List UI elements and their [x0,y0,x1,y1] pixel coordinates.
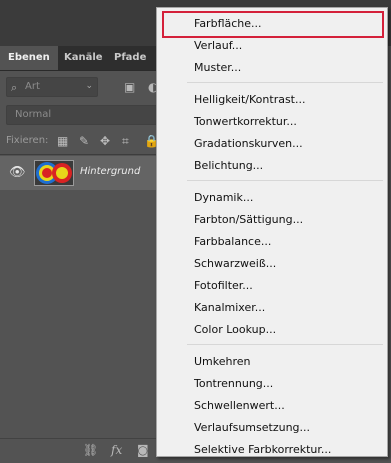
lock-image-pixels-icon[interactable]: ✎ [79,134,89,148]
menu-item-schwarzweiß[interactable]: Schwarzweiß... [157,253,387,275]
menu-item-selektive-farbkorrektur[interactable]: Selektive Farbkorrektur... [157,439,387,461]
menu-item-fotofilter[interactable]: Fotofilter... [157,275,387,297]
lock-transparent-pixels-icon[interactable]: ▦ [57,134,68,148]
menu-item-gradationskurven[interactable]: Gradationskurven... [157,133,387,155]
lock-row: Fixieren: ▦ ✎ ✥ ⌗ 🔒 [0,132,170,152]
add-mask-icon[interactable]: ◙ [137,443,149,457]
link-layers-icon[interactable]: ⛓ [83,443,98,457]
blend-mode-select[interactable]: Normal [6,105,158,125]
panel-separator [0,154,170,155]
menu-item-color-lookup[interactable]: Color Lookup... [157,319,387,341]
search-icon: ⌕ [11,81,18,94]
chevron-down-icon: ⌄ [85,81,93,91]
adjustment-layer-menu: Farbfläche... Verlauf... Muster... Helligke… [156,7,388,457]
image-filter-icon[interactable]: ▣ [124,80,135,94]
visibility-eye-icon[interactable]: 👁 [9,165,26,180]
menu-divider [187,82,383,83]
menu-item-kanalmixer[interactable]: Kanalmixer... [157,297,387,319]
blend-mode-row: Normal [0,105,170,127]
layer-row-hintergrund[interactable]: 👁 Hintergrund [0,156,170,190]
lock-label: Fixieren: [6,135,49,146]
menu-item-farbton-sättigung[interactable]: Farbton/Sättigung... [157,209,387,231]
menu-item-tontrennung[interactable]: Tontrennung... [157,373,387,395]
target-thumbnail-icon [35,161,73,185]
artboard-lock-icon[interactable]: ⌗ [122,134,129,149]
layer-filter-select[interactable]: ⌕ Art ⌄ [6,77,98,97]
lock-position-icon[interactable]: ✥ [100,134,110,148]
layer-filter-label: Art [25,81,40,92]
menu-item-dynamik[interactable]: Dynamik... [157,187,387,209]
menu-item-tonwertkorrektur[interactable]: Tonwertkorrektur... [157,111,387,133]
layer-filter-row: ⌕ Art ⌄ ▣ ◐ [0,77,170,99]
tab-kanaele[interactable]: Kanäle [56,46,111,70]
layer-style-fx-icon[interactable]: fx [111,443,122,457]
panel-bottom-toolbar: ⛓ fx ◙ [0,438,170,463]
tab-bar-divider [0,70,170,71]
layer-thumbnail [34,160,74,186]
panel-tab-bar: Ebenen Kanäle Pfade [0,46,170,70]
menu-item-belichtung[interactable]: Belichtung... [157,155,387,177]
menu-item-verlaufsumsetzung[interactable]: Verlaufsumsetzung... [157,417,387,439]
tab-pfade[interactable]: Pfade [106,46,154,70]
menu-item-farbfläche[interactable]: Farbfläche... [157,13,387,35]
menu-item-umkehren[interactable]: Umkehren [157,351,387,373]
layer-name: Hintergrund [80,166,141,177]
menu-item-muster[interactable]: Muster... [157,57,387,79]
tab-ebenen[interactable]: Ebenen [0,46,58,70]
menu-divider [187,180,383,181]
menu-item-helligkeit-kontrast[interactable]: Helligkeit/Kontrast... [157,89,387,111]
menu-item-verlauf[interactable]: Verlauf... [157,35,387,57]
menu-item-farbbalance[interactable]: Farbbalance... [157,231,387,253]
blend-mode-value: Normal [15,109,52,120]
menu-divider [187,344,383,345]
menu-item-schwellenwert[interactable]: Schwellenwert... [157,395,387,417]
